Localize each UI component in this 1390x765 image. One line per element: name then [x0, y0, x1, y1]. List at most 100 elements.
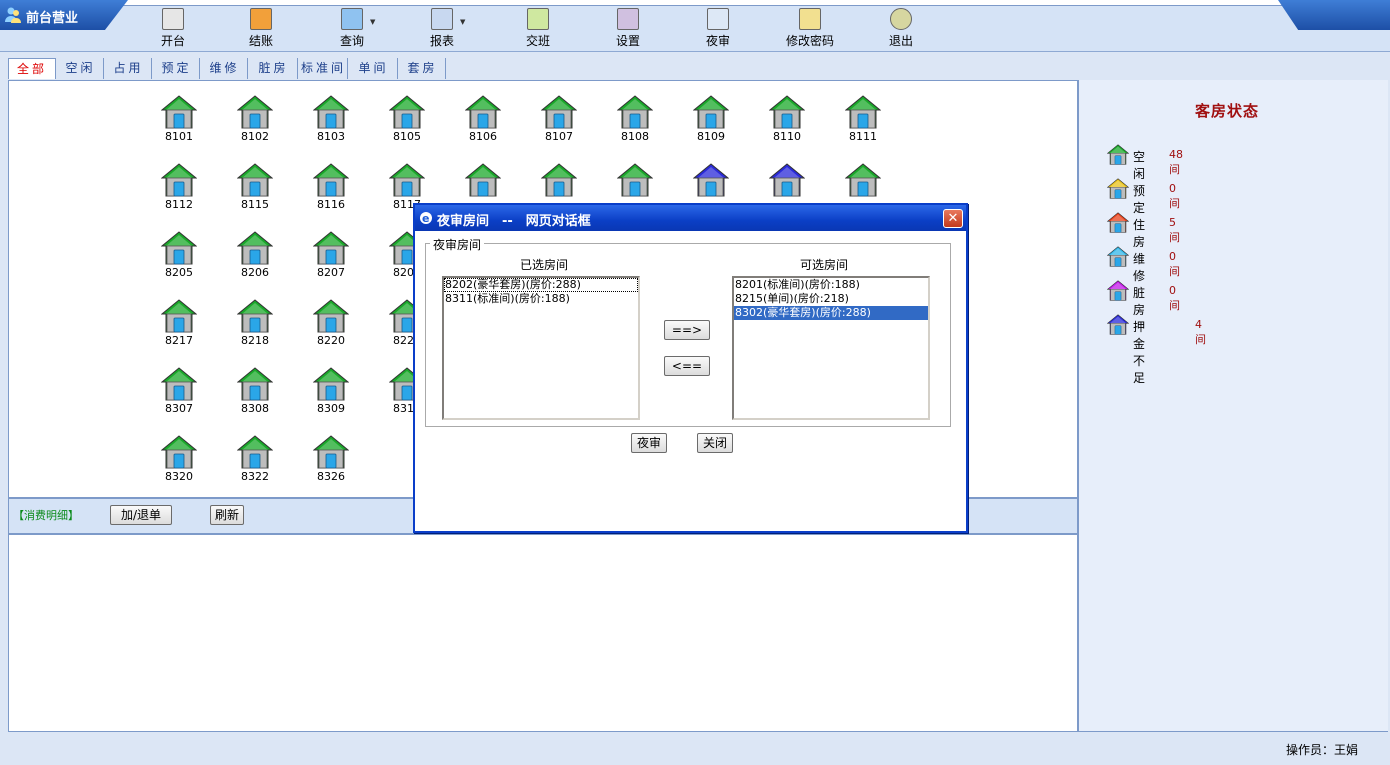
- status-panel-title: 客房状态: [1195, 102, 1260, 120]
- refresh-button[interactable]: 刷新: [210, 505, 244, 525]
- house-icon: [237, 231, 273, 265]
- change-password-icon: [799, 8, 821, 30]
- house-icon: [693, 95, 729, 129]
- room-number: 8218: [241, 334, 269, 347]
- room-tile[interactable]: 8218: [225, 299, 285, 359]
- room-tile[interactable]: 8322: [225, 435, 285, 495]
- room-tile[interactable]: 8105: [377, 95, 437, 155]
- move-right-button[interactable]: ==>: [664, 320, 710, 340]
- tab-3[interactable]: 预定: [154, 58, 200, 79]
- room-tile[interactable]: 8108: [605, 95, 665, 155]
- room-number: 8109: [697, 130, 725, 143]
- status-label: 押金不足: [1133, 320, 1146, 385]
- room-tile[interactable]: 8320: [149, 435, 209, 495]
- room-tile[interactable]: 8205: [149, 231, 209, 291]
- house-icon: [237, 435, 273, 469]
- tab-4[interactable]: 维修: [202, 58, 248, 79]
- dialog-close-button[interactable]: ✕: [943, 209, 963, 228]
- house-icon: [465, 95, 501, 129]
- room-tile[interactable]: 8309: [301, 367, 361, 427]
- selected-rooms-list[interactable]: 8202(豪华套房)(房价:288) 8311(标准间)(房价:188): [442, 276, 640, 420]
- room-tile[interactable]: 8206: [225, 231, 285, 291]
- toolbar-button-8[interactable]: 退出: [869, 8, 933, 48]
- add-refund-button[interactable]: 加/退单: [110, 505, 172, 525]
- room-tile[interactable]: 8110: [757, 95, 817, 155]
- tab-6[interactable]: 标准间: [300, 58, 348, 79]
- ie-icon: e: [420, 212, 432, 225]
- tab-5[interactable]: 脏房: [250, 58, 298, 79]
- room-number: 8322: [241, 470, 269, 483]
- room-tile[interactable]: 8307: [149, 367, 209, 427]
- night-audit-fieldset: 夜审房间 已选房间 可选房间 8202(豪华套房)(房价:288) 8311(标准…: [425, 236, 951, 427]
- room-tile[interactable]: 8101: [149, 95, 209, 155]
- toolbar-button-label: 查询: [339, 34, 364, 48]
- house-icon: [541, 95, 577, 129]
- room-tile[interactable]: 8112: [149, 163, 209, 223]
- dialog-close-text-button[interactable]: 关闭: [697, 433, 733, 453]
- room-number: 8326: [317, 470, 345, 483]
- available-rooms-list[interactable]: 8201(标准间)(房价:188) 8215(单间)(房价:218) 8302(豪华…: [732, 276, 930, 420]
- status-label: 维修: [1133, 252, 1146, 283]
- room-tile[interactable]: 8217: [149, 299, 209, 359]
- house-icon: [845, 95, 881, 129]
- tab-0[interactable]: 全部: [8, 58, 56, 79]
- room-tile[interactable]: 8106: [453, 95, 513, 155]
- room-tile[interactable]: 8326: [301, 435, 361, 495]
- toolbar-button-3[interactable]: 报表 ▼: [410, 8, 474, 48]
- room-number: 8102: [241, 130, 269, 143]
- list-option[interactable]: 8202(豪华套房)(房价:288): [444, 278, 638, 292]
- toolbar-button-6[interactable]: 夜审: [686, 8, 750, 48]
- toolbar-button-label: 开台: [160, 34, 185, 48]
- consumption-detail-label: 【消费明细】: [13, 509, 79, 522]
- room-tile[interactable]: 8103: [301, 95, 361, 155]
- list-option[interactable]: 8201(标准间)(房价:188): [734, 278, 928, 292]
- house-icon: [693, 163, 729, 197]
- room-tile[interactable]: 8102: [225, 95, 285, 155]
- room-number: 8101: [165, 130, 193, 143]
- room-number: 8307: [165, 402, 193, 415]
- house-icon: [313, 231, 349, 265]
- house-icon: [389, 163, 425, 197]
- house-icon: [313, 299, 349, 333]
- svg-text:e: e: [422, 212, 429, 225]
- shift-handover-icon: [527, 8, 549, 30]
- room-tile[interactable]: 8308: [225, 367, 285, 427]
- room-number: 8115: [241, 198, 269, 211]
- toolbar-button-2[interactable]: 查询 ▼: [320, 8, 384, 48]
- toolbar-button-5[interactable]: 设置: [596, 8, 660, 48]
- room-number: 8103: [317, 130, 345, 143]
- move-left-button[interactable]: <==: [664, 356, 710, 376]
- room-tile[interactable]: 8107: [529, 95, 589, 155]
- tab-2[interactable]: 占用: [106, 58, 152, 79]
- room-number: 8205: [165, 266, 193, 279]
- toolbar-button-0[interactable]: 开台: [141, 8, 205, 48]
- status-label: 住房: [1133, 218, 1146, 249]
- list-option[interactable]: 8215(单间)(房价:218): [734, 292, 928, 306]
- tab-7[interactable]: 单间: [350, 58, 398, 79]
- toolbar-button-label: 结账: [248, 34, 273, 48]
- report-icon: [431, 8, 453, 30]
- status-footer: 操作员：王娟: [0, 733, 1390, 765]
- room-tile[interactable]: 8116: [301, 163, 361, 223]
- room-tile[interactable]: 8207: [301, 231, 361, 291]
- exit-icon: [890, 8, 912, 30]
- toolbar-button-label: 修改密码: [785, 34, 834, 48]
- room-tile[interactable]: 8115: [225, 163, 285, 223]
- room-tile[interactable]: 8111: [833, 95, 893, 155]
- room-tile[interactable]: 8109: [681, 95, 741, 155]
- query-icon: [341, 8, 363, 30]
- toolbar-button-7[interactable]: 修改密码: [778, 8, 842, 48]
- room-tile[interactable]: 8220: [301, 299, 361, 359]
- toolbar-button-4[interactable]: 交班: [506, 8, 570, 48]
- room-number: 8320: [165, 470, 193, 483]
- dialog-titlebar[interactable]: e 夜审房间 -- 网页对话框 ✕: [415, 205, 966, 231]
- list-option[interactable]: 8311(标准间)(房价:188): [444, 292, 638, 306]
- tab-1[interactable]: 空闲: [58, 58, 104, 79]
- status-label: 预定: [1133, 184, 1146, 215]
- toolbar-button-label: 夜审: [705, 34, 730, 48]
- tab-8[interactable]: 套房: [400, 58, 446, 79]
- night-audit-button[interactable]: 夜审: [631, 433, 667, 453]
- house-icon: [1107, 280, 1129, 301]
- list-option[interactable]: 8302(豪华套房)(房价:288): [734, 306, 928, 320]
- toolbar-button-1[interactable]: 结账: [229, 8, 293, 48]
